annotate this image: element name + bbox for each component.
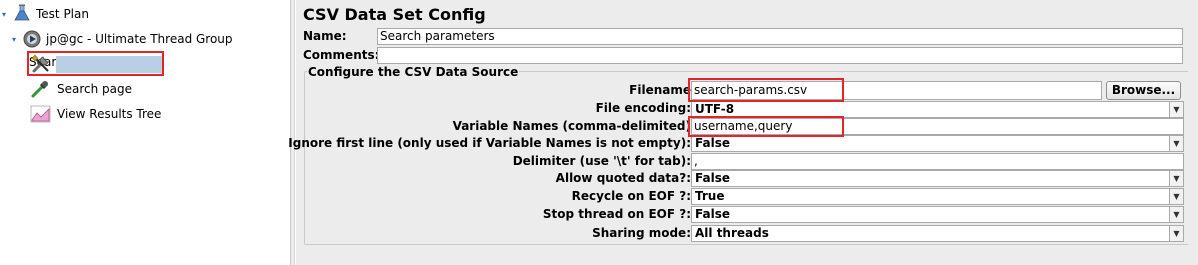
tree-node-label: Test Plan — [36, 7, 89, 21]
sharing-mode-value: All threads — [695, 226, 769, 240]
recycle-on-eof-value: True — [695, 189, 725, 203]
tree-node-label: jp@gc - Ultimate Thread Group — [46, 32, 233, 46]
chevron-down-icon[interactable]: ▼ — [1169, 189, 1183, 204]
tree-node-thread-group[interactable]: ▾ jp@gc - Ultimate Thread Group — [0, 29, 260, 49]
split-pane-divider[interactable] — [290, 0, 295, 265]
scrollbar-thumb[interactable] — [1190, 60, 1196, 210]
recycle-on-eof-label: Recycle on EOF ?: — [571, 189, 691, 203]
sharing-mode-label: Sharing mode: — [592, 226, 691, 240]
expand-handle-icon[interactable]: ▾ — [2, 5, 6, 25]
tree-node-label: Search page — [57, 82, 133, 96]
recycle-on-eof-select[interactable]: True ▼ — [691, 188, 1184, 205]
name-label: Name: — [303, 29, 347, 43]
delimiter-label: Delimiter (use '\t' for tab): — [512, 154, 691, 168]
allow-quoted-select[interactable]: False ▼ — [691, 170, 1184, 187]
stop-thread-label: Stop thread on EOF ?: — [542, 207, 691, 221]
wrench-screwdriver-icon — [31, 54, 49, 73]
name-field[interactable]: Search parameters — [377, 28, 1183, 45]
file-encoding-value: UTF-8 — [695, 102, 735, 116]
tree-node-search-parameters[interactable]: Search parameters — [27, 51, 164, 76]
variable-names-highlight — [688, 116, 844, 137]
pipette-icon — [31, 81, 48, 98]
stop-thread-value: False — [695, 207, 730, 221]
selection-highlight — [56, 56, 162, 73]
chevron-down-icon[interactable]: ▼ — [1169, 102, 1183, 117]
delimiter-field[interactable]: , — [691, 153, 1184, 170]
comments-label: Comments: — [303, 48, 380, 62]
chevron-down-icon[interactable]: ▼ — [1169, 207, 1183, 222]
chevron-down-icon[interactable]: ▼ — [1169, 136, 1183, 151]
file-encoding-label: File encoding: — [595, 101, 691, 115]
flask-icon — [14, 4, 30, 21]
group-title: Configure the CSV Data Source — [307, 65, 520, 79]
sharing-mode-select[interactable]: All threads ▼ — [691, 225, 1184, 242]
chevron-down-icon[interactable]: ▼ — [1169, 171, 1183, 186]
gear-icon — [23, 30, 41, 48]
expand-handle-icon[interactable]: ▾ — [12, 30, 16, 50]
ignore-first-line-label: Ignore first line (only used if Variable… — [288, 136, 691, 150]
tree-node-test-plan[interactable]: ▾ Test Plan — [0, 4, 200, 24]
csv-data-set-config-panel: CSV Data Set Config Name: Search paramet… — [288, 0, 1198, 265]
tree-node-view-results-tree[interactable]: View Results Tree — [0, 104, 220, 124]
filename-highlight — [688, 78, 844, 102]
stop-thread-select[interactable]: False ▼ — [691, 206, 1184, 223]
chart-icon — [30, 105, 51, 123]
ignore-first-line-value: False — [695, 136, 730, 150]
test-plan-tree[interactable]: ▾ Test Plan ▾ jp@gc - Ultimate Thread Gr… — [0, 0, 290, 265]
page-title: CSV Data Set Config — [303, 5, 486, 24]
comments-field[interactable] — [377, 47, 1183, 64]
scrollbar[interactable] — [1188, 0, 1198, 265]
filename-label: Filename — [629, 83, 691, 97]
allow-quoted-value: False — [695, 171, 730, 185]
chevron-down-icon[interactable]: ▼ — [1169, 226, 1183, 241]
ignore-first-line-select[interactable]: False ▼ — [691, 135, 1184, 152]
tree-node-search-page[interactable]: Search page — [0, 79, 200, 99]
tree-node-label: View Results Tree — [57, 107, 162, 121]
variable-names-label: Variable Names (comma-delimited) — [452, 119, 691, 133]
allow-quoted-label: Allow quoted data?: — [555, 171, 691, 185]
browse-button[interactable]: Browse... — [1106, 81, 1181, 100]
